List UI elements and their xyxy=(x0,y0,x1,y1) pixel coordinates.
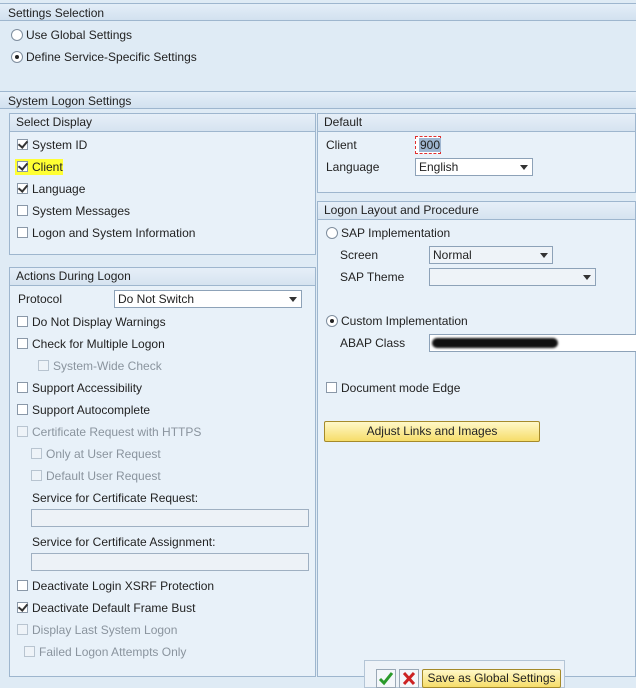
ok-button[interactable] xyxy=(376,669,396,688)
default-title: Default xyxy=(318,114,635,132)
adjust-links-button[interactable]: Adjust Links and Images xyxy=(324,421,540,442)
close-icon xyxy=(402,671,416,686)
abap-class-label: ABAP Class xyxy=(340,336,406,350)
define-specific-label: Define Service-Specific Settings xyxy=(26,50,197,64)
display-last-logon-checkbox[interactable] xyxy=(17,624,28,635)
chevron-down-icon xyxy=(540,253,548,258)
language-dropdown[interactable]: English xyxy=(415,158,533,176)
system-messages-checkbox[interactable] xyxy=(17,205,28,216)
check-multiple-logon-label: Check for Multiple Logon xyxy=(32,337,165,351)
cancel-button[interactable] xyxy=(399,669,419,688)
default-user-request-checkbox[interactable] xyxy=(31,470,42,481)
cert-request-https-checkbox[interactable] xyxy=(17,426,28,437)
language-label: Language xyxy=(32,182,86,196)
display-last-logon-label: Display Last System Logon xyxy=(32,623,178,637)
system-id-label: System ID xyxy=(32,138,88,152)
check-multiple-logon-checkbox[interactable] xyxy=(17,338,28,349)
client-value: 900 xyxy=(419,138,442,152)
default-user-request-label: Default User Request xyxy=(46,469,161,483)
support-autocomplete-checkbox[interactable] xyxy=(17,404,28,415)
client-checkbox[interactable] xyxy=(17,161,28,172)
screen-dropdown[interactable]: Normal xyxy=(429,246,553,264)
cert-request-https-label: Certificate Request with HTTPS xyxy=(32,425,202,439)
protocol-dropdown[interactable]: Do Not Switch xyxy=(114,290,302,308)
system-wide-check-label: System-Wide Check xyxy=(53,359,162,373)
language-checkbox[interactable] xyxy=(17,183,28,194)
chevron-down-icon xyxy=(520,165,528,170)
deactivate-xsrf-checkbox[interactable] xyxy=(17,580,28,591)
service-cert-assignment-label: Service for Certificate Assignment: xyxy=(32,535,216,549)
default-group: Default xyxy=(317,113,636,193)
system-messages-label: System Messages xyxy=(32,204,131,218)
sap-impl-radio[interactable] xyxy=(326,227,338,239)
logon-layout-title: Logon Layout and Procedure xyxy=(318,202,635,220)
sap-theme-dropdown[interactable] xyxy=(429,268,596,286)
use-global-radio[interactable] xyxy=(11,29,23,41)
protocol-label: Protocol xyxy=(18,292,63,306)
abap-class-input[interactable] xyxy=(429,334,636,352)
support-accessibility-label: Support Accessibility xyxy=(32,381,143,395)
screen-label: Screen xyxy=(340,248,379,262)
chevron-down-icon xyxy=(289,297,297,302)
select-display-title: Select Display xyxy=(10,114,315,132)
do-not-display-warnings-checkbox[interactable] xyxy=(17,316,28,327)
support-autocomplete-label: Support Autocomplete xyxy=(32,403,151,417)
settings-selection-header: Settings Selection xyxy=(0,3,636,21)
use-global-label: Use Global Settings xyxy=(26,28,133,42)
service-cert-request-label: Service for Certificate Request: xyxy=(32,491,199,505)
custom-impl-label: Custom Implementation xyxy=(341,314,468,328)
client-label: Client xyxy=(32,160,63,174)
do-not-display-warnings-label: Do Not Display Warnings xyxy=(32,315,166,329)
system-logon-header: System Logon Settings xyxy=(0,91,636,109)
checkmark-icon xyxy=(378,672,394,686)
service-cert-request-input[interactable] xyxy=(31,509,309,527)
failed-logon-attempts-checkbox[interactable] xyxy=(24,646,35,657)
protocol-value: Do Not Switch xyxy=(118,292,195,306)
actions-title: Actions During Logon xyxy=(10,268,315,286)
document-mode-edge-label: Document mode Edge xyxy=(341,381,461,395)
deactivate-frame-bust-label: Deactivate Default Frame Bust xyxy=(32,601,196,615)
define-specific-radio[interactable] xyxy=(11,51,23,63)
default-language-label: Language xyxy=(326,160,380,174)
deactivate-frame-bust-checkbox[interactable] xyxy=(17,602,28,613)
screen-value: Normal xyxy=(433,248,472,262)
only-at-user-request-checkbox[interactable] xyxy=(31,448,42,459)
chevron-down-icon xyxy=(583,275,591,280)
document-mode-edge-checkbox[interactable] xyxy=(326,382,337,393)
logon-system-info-label: Logon and System Information xyxy=(32,226,196,240)
save-global-button[interactable]: Save as Global Settings xyxy=(422,669,561,688)
service-cert-assignment-input[interactable] xyxy=(31,553,309,571)
default-client-label: Client xyxy=(326,138,357,152)
support-accessibility-checkbox[interactable] xyxy=(17,382,28,393)
sap-impl-label: SAP Implementation xyxy=(341,226,451,240)
deactivate-xsrf-label: Deactivate Login XSRF Protection xyxy=(32,579,215,593)
redacted-value xyxy=(432,338,558,348)
system-id-checkbox[interactable] xyxy=(17,139,28,150)
only-at-user-request-label: Only at User Request xyxy=(46,447,161,461)
sap-theme-label: SAP Theme xyxy=(340,270,405,284)
language-value: English xyxy=(419,160,459,174)
logon-system-info-checkbox[interactable] xyxy=(17,227,28,238)
client-input[interactable]: 900 xyxy=(415,136,442,154)
failed-logon-attempts-label: Failed Logon Attempts Only xyxy=(39,645,187,659)
custom-impl-radio[interactable] xyxy=(326,315,338,327)
system-wide-check-checkbox[interactable] xyxy=(38,360,49,371)
